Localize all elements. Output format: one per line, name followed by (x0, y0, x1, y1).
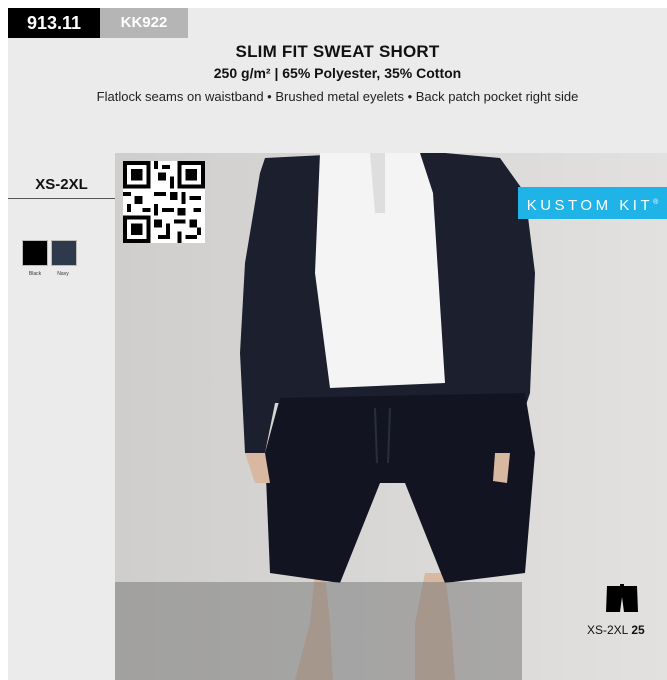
product-title: SLIM FIT SWEAT SHORT (235, 42, 440, 61)
brand-logo: KUSTOM KIT® (518, 187, 667, 219)
brand-logo-text: KUSTOM KIT (526, 197, 654, 214)
color-label-black: Black (28, 271, 42, 277)
qr-code-icon[interactable] (123, 161, 205, 243)
overlay-panel (115, 582, 522, 680)
short-garment-icon (606, 584, 638, 612)
pack-quantity: 25 (631, 623, 645, 637)
divider (8, 198, 115, 199)
pack-size-label: XS-2XL (587, 623, 629, 637)
pack-info: XS-2XL 25 (587, 623, 645, 637)
brand-logo-mark: ® (653, 199, 659, 206)
color-swatch-navy[interactable] (51, 240, 77, 266)
size-range: XS-2XL (35, 176, 88, 193)
product-page: 913.11 KK922 SLIM FIT SWEAT SHORT 250 g/… (8, 8, 667, 680)
product-code: 913.11 (8, 8, 100, 38)
product-ref: KK922 (100, 8, 188, 38)
product-features: Flatlock seams on waistband • Brushed me… (96, 89, 579, 104)
color-swatch-black[interactable] (22, 240, 48, 266)
product-subtitle: 250 g/m² | 65% Polyester, 35% Cotton (213, 65, 462, 81)
color-label-navy: Navy (57, 271, 69, 277)
